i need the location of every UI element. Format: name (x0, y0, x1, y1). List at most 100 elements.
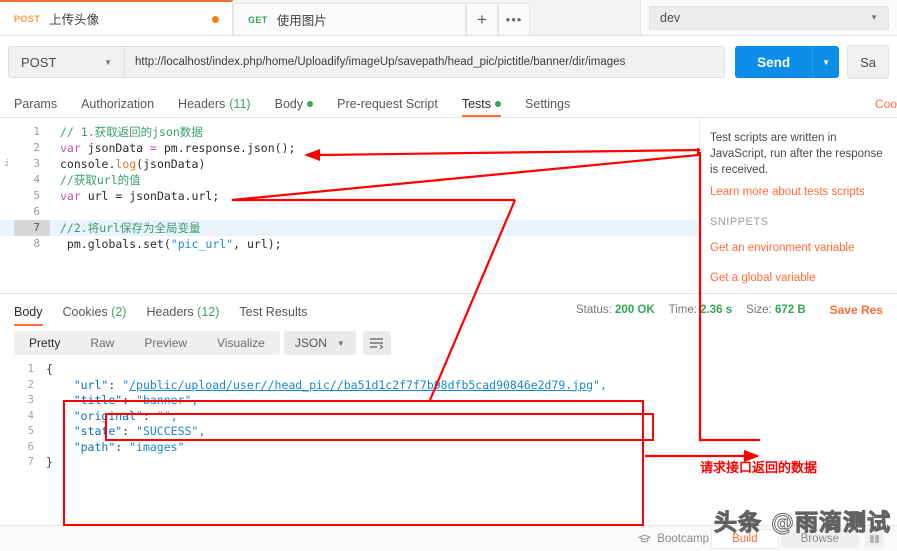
environment-selector[interactable]: dev ▼ (649, 5, 889, 30)
url-input[interactable]: http://localhost/index.php/home/Uploadif… (124, 46, 726, 78)
response-line-number: 2 (27, 378, 34, 391)
response-tab-headers[interactable]: Headers (12) (146, 305, 219, 326)
tab-label: Params (14, 97, 58, 111)
wrap-lines-button[interactable] (362, 331, 391, 355)
code-editor[interactable]: 1 // 1.获取返回的json数据 2 var jsonData = pm.resp… (0, 118, 700, 293)
code-line-text: // 1.获取返回的json数据 (60, 125, 203, 139)
http-method-value: POST (21, 54, 57, 70)
tab-dot-icon (307, 101, 314, 107)
response-body-line: 6 "path": "images" (0, 440, 897, 456)
save-response-button[interactable]: Save Res (830, 303, 883, 317)
environment-zone: dev ▼ (640, 0, 897, 35)
response-header: Body Cookies (2) Headers (12) Test Resul… (0, 294, 897, 326)
chevron-down-icon: ▼ (870, 13, 878, 22)
response-line-number: 6 (27, 440, 34, 453)
response-tab-count: (12) (197, 305, 220, 319)
response-line-number: 7 (27, 456, 34, 468)
tabbar-spacer (530, 0, 640, 35)
response-line-text: "state": "SUCCESS", (73, 424, 206, 438)
tab-label: Tests (461, 97, 492, 111)
tab-options-button[interactable]: ••• (498, 3, 530, 35)
send-group: Send ▼ (735, 46, 840, 78)
response-meta: Status: 200 OK Time: 2.36 s Size: 672 B … (576, 303, 883, 317)
format-tab-visualize[interactable]: Visualize (202, 331, 280, 355)
tab-method-get: GET (248, 14, 268, 25)
tests-editor-area: 1 // 1.获取返回的json数据 2 var jsonData = pm.resp… (0, 118, 897, 293)
environment-value: dev (660, 10, 681, 25)
learn-more-link[interactable]: Learn more about tests scripts (710, 184, 883, 200)
code-line-text: //获取url的值 (60, 173, 141, 187)
code-line: 7 //2.将url保存为全局变量 (0, 220, 699, 236)
help-description: Test scripts are written in JavaScript, … (710, 132, 883, 176)
request-tab-bar: POST 上传头像 GET 使用图片 + ••• dev ▼ (0, 0, 897, 36)
tab-params[interactable]: Params (14, 97, 57, 117)
code-line-number: 7 (14, 220, 50, 236)
time-group: Time: 2.36 s (669, 304, 733, 316)
tab-dot-icon (495, 101, 502, 107)
response-body-line: 3 "title": "banner", (0, 393, 897, 409)
tab-label: Authorization (81, 97, 155, 111)
time-label: Time: (668, 304, 697, 316)
request-tab-upload-avatar[interactable]: POST 上传头像 (0, 0, 233, 35)
tests-help-sidebar: Test scripts are written in JavaScript, … (700, 118, 897, 293)
response-body-line: 5 "state": "SUCCESS", (0, 424, 897, 440)
response-tab-label: Cookies (62, 305, 108, 319)
tab-method-post: POST (14, 13, 41, 24)
response-line-text: "url": "/public/upload/user//head_pic//b… (73, 377, 607, 392)
url-bar: POST ▼ http://localhost/index.php/home/U… (0, 36, 897, 88)
tab-tests[interactable]: Tests (461, 97, 502, 117)
http-method-selector[interactable]: POST ▼ (8, 46, 124, 78)
response-tabs: Body Cookies (2) Headers (12) Test Resul… (14, 294, 328, 326)
format-tab-preview[interactable]: Preview (129, 331, 202, 355)
code-lines: 1 // 1.获取返回的json数据 2 var jsonData = pm.resp… (0, 118, 699, 252)
code-line-number: 5 (33, 189, 40, 202)
status-value: 200 OK (615, 304, 655, 316)
new-tab-button[interactable]: + (466, 3, 498, 35)
code-line: 4 //获取url的值 (0, 172, 699, 188)
tab-pre-request-script[interactable]: Pre-request Script (337, 97, 438, 117)
response-language-selector[interactable]: JSON ▼ (283, 331, 356, 355)
snippet-get-global-variable[interactable]: Get a global variable (710, 270, 883, 286)
tab-headers[interactable]: Headers (11) (178, 97, 251, 117)
response-tab-body[interactable]: Body (14, 305, 43, 326)
response-line-text: "path": "images" (73, 439, 185, 454)
cookies-link[interactable]: Coo (875, 97, 897, 111)
tab-body[interactable]: Body (275, 97, 314, 117)
response-language-value: JSON (294, 336, 327, 350)
format-tab-raw[interactable]: Raw (75, 331, 129, 355)
format-tab-group: Pretty Raw Preview Visualize (14, 331, 280, 355)
chevron-down-icon: ▼ (104, 57, 112, 67)
format-tab-pretty[interactable]: Pretty (14, 331, 75, 355)
tab-label: Pre-request Script (337, 97, 438, 111)
response-tab-test-results[interactable]: Test Results (239, 305, 307, 326)
code-line-number: 2 (33, 141, 40, 154)
send-options-caret-icon[interactable]: ▼ (812, 46, 840, 78)
code-line: 2 var jsonData = pm.response.json(); (0, 140, 699, 156)
code-line: i 3 console.log(jsonData) (0, 156, 699, 172)
response-format-toolbar: Pretty Raw Preview Visualize JSON ▼ (0, 326, 897, 360)
snippet-get-environment-variable[interactable]: Get an environment variable (710, 240, 883, 256)
save-button[interactable]: Sa (847, 45, 889, 79)
tab-title: 上传头像 (49, 13, 100, 27)
size-group: Size: 672 B (746, 304, 805, 316)
response-line-number: 1 (27, 363, 34, 375)
time-value: 2.36 s (700, 304, 733, 316)
response-line-text: { (46, 362, 53, 376)
tab-authorization[interactable]: Authorization (81, 97, 154, 117)
response-body-line: 4 "original": "", (0, 409, 897, 425)
send-button[interactable]: Send (735, 46, 813, 78)
bootcamp-label: Bootcamp (657, 532, 710, 545)
response-tab-label: Body (14, 305, 43, 319)
response-tab-label: Test Results (239, 305, 308, 319)
wrap-lines-icon (370, 338, 384, 349)
response-line-text: } (46, 455, 53, 469)
response-tab-cookies[interactable]: Cookies (2) (63, 305, 127, 326)
response-body[interactable]: 1 {2 "url": "/public/upload/user//head_pi… (0, 360, 897, 472)
code-line-number: 1 (33, 125, 40, 138)
bootcamp-item[interactable]: Bootcamp (638, 533, 709, 545)
tab-settings[interactable]: Settings (525, 97, 570, 117)
tab-title: 使用图片 (276, 14, 327, 28)
request-tab-use-image[interactable]: GET 使用图片 (233, 3, 466, 35)
response-body-line: 2 "url": "/public/upload/user//head_pic/… (0, 378, 897, 394)
size-label: Size: (746, 304, 772, 316)
